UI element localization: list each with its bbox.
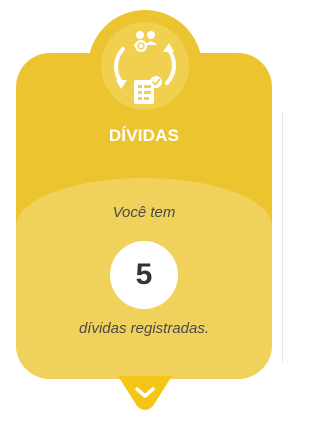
debts-widget: DÍVIDAS Você tem 5 dívidas registradas. (0, 0, 284, 428)
chevron-down-icon (118, 376, 172, 410)
debt-count-value: 5 (135, 258, 153, 291)
outro-text: dívidas registradas. (78, 320, 210, 337)
debt-count-badge: 5 (110, 241, 178, 309)
adjacent-card-edge (282, 112, 283, 362)
intro-text: Você tem (112, 204, 176, 221)
expand-button[interactable] (118, 376, 172, 411)
card-title: DÍVIDAS (108, 126, 180, 145)
debt-cycle-icon (101, 22, 189, 110)
